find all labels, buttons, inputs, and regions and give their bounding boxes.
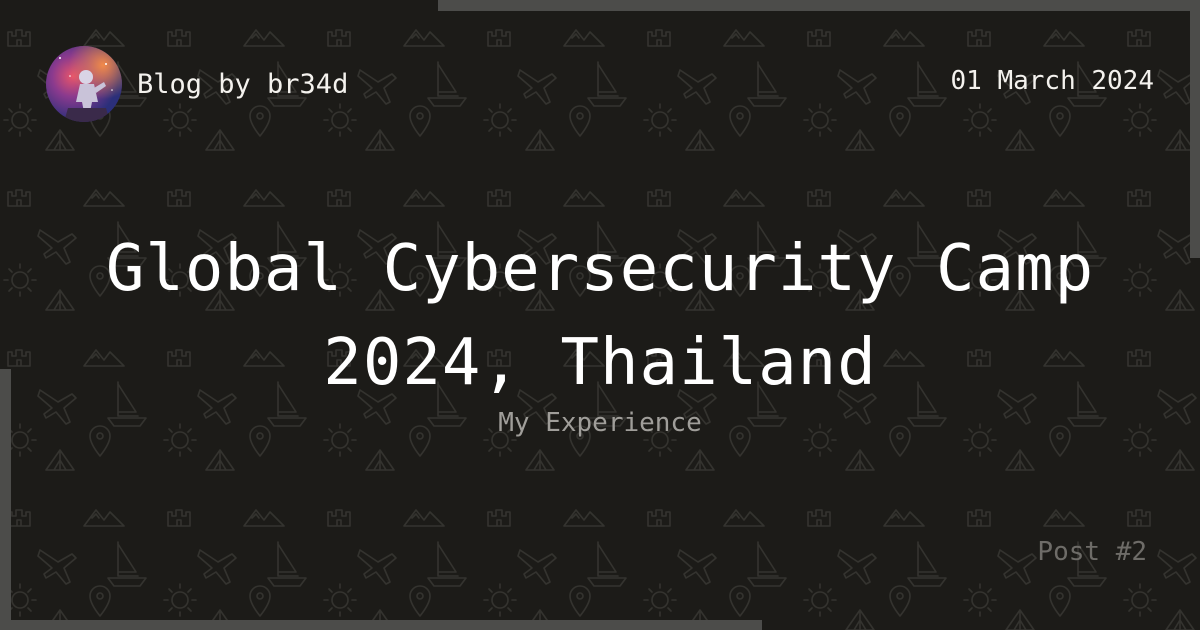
- astronaut-nebula-avatar-icon: [46, 46, 122, 122]
- frame-border-top: [438, 0, 1200, 11]
- avatar: [46, 46, 122, 122]
- page-title: Global Cybersecurity Camp 2024, Thailand: [105, 232, 1095, 400]
- post-number-badge: Post #2: [1037, 537, 1147, 567]
- frame-border-bottom: [0, 620, 762, 630]
- post-date: 01 March 2024: [950, 66, 1155, 96]
- og-card: Blog by br34d 01 March 2024 Global Cyber…: [0, 0, 1200, 630]
- frame-border-left: [0, 369, 11, 630]
- page-subtitle: My Experience: [498, 408, 702, 438]
- frame-border-right: [1190, 0, 1200, 258]
- author-label: Blog by br34d: [137, 69, 349, 100]
